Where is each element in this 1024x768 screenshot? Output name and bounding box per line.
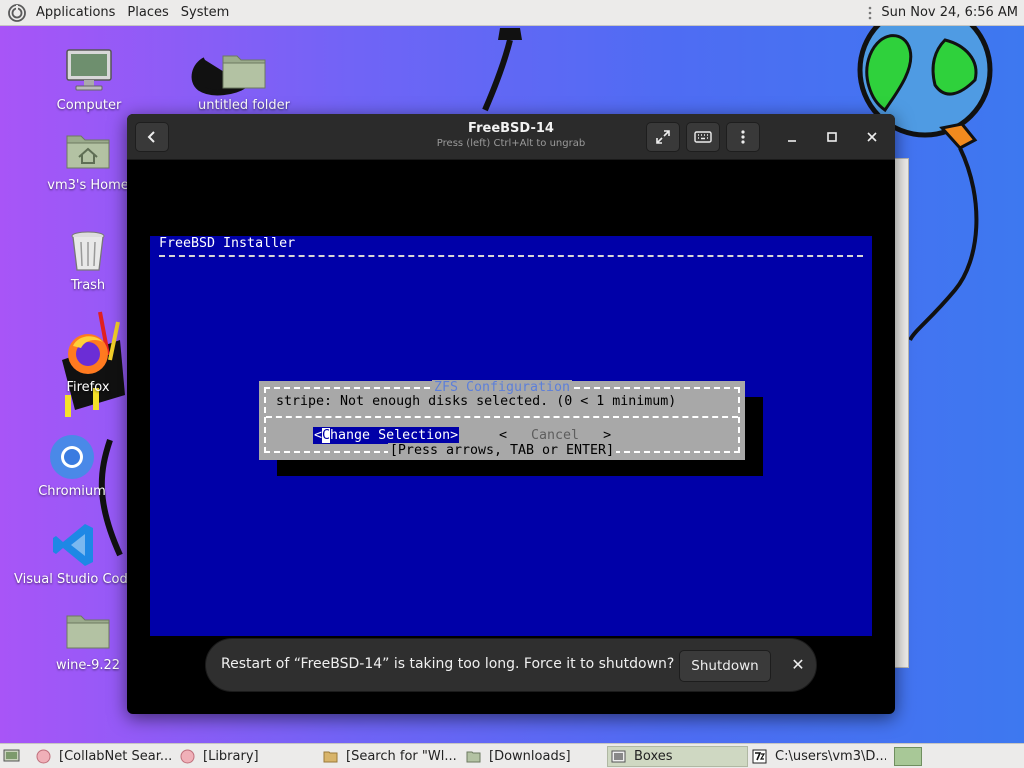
home-folder-icon [66, 135, 110, 169]
panel-clock[interactable]: Sun Nov 24, 6:56 AM [881, 5, 1018, 20]
folder-icon [66, 615, 110, 649]
workspace-switcher[interactable] [894, 747, 922, 766]
vscode-icon [53, 524, 93, 566]
browser-icon [180, 749, 195, 764]
toast-message: Restart of “FreeBSD-14” is taking too lo… [221, 656, 675, 672]
zfs-configuration-dialog: ZFS Configuration stripe: Not enough dis… [259, 380, 745, 460]
vm-display[interactable]: FreeBSD Installer ZFS Configuration stri… [150, 236, 872, 636]
top-panel: Applications Places System Sun Nov 24, 6… [0, 0, 1024, 26]
dialog-message: stripe: Not enough disks selected. (0 < … [276, 394, 677, 409]
window-headerbar: FreeBSD-14 Press (left) Ctrl+Alt to ungr… [127, 114, 895, 160]
taskbar-item-label: [Downloads] [489, 749, 571, 764]
keyboard-button[interactable] [686, 122, 720, 152]
close-icon [867, 132, 877, 142]
folder-icon [466, 751, 481, 763]
folder-icon [222, 55, 266, 89]
taskbar-item-downloads[interactable]: [Downloads] [466, 746, 601, 767]
back-button[interactable] [135, 122, 169, 152]
boxes-icon [611, 750, 626, 763]
desktop-icon-label: Chromium [38, 484, 106, 499]
text-cursor: C [322, 428, 331, 443]
taskbar-item-library[interactable]: [Library] [180, 746, 315, 767]
chromium-icon [50, 435, 94, 479]
button-open-bracket: < [499, 428, 508, 443]
taskbar-item-boxes[interactable]: Boxes [607, 746, 748, 767]
applications-menu[interactable]: Applications [30, 5, 121, 20]
installer-rule [159, 255, 863, 257]
fullscreen-button[interactable] [646, 122, 680, 152]
desktop-icon-chromium[interactable]: Chromium [12, 432, 132, 499]
distro-logo-icon[interactable] [8, 3, 26, 22]
button-label: Cancel [507, 428, 604, 443]
dialog-separator [266, 416, 738, 418]
dialog-caption-text: ZFS Configuration [431, 380, 573, 395]
search-folder-icon [323, 751, 338, 763]
shutdown-button[interactable]: Shutdown [679, 650, 771, 682]
7zip-icon [752, 749, 767, 764]
menu-button[interactable] [726, 122, 760, 152]
back-arrow-icon [147, 131, 155, 143]
desktop-icon-untitled-folder[interactable]: untitled folder [184, 46, 304, 113]
close-button[interactable] [857, 122, 887, 152]
window-title: FreeBSD-14 [468, 121, 554, 136]
taskbar-item-label: Boxes [634, 749, 673, 764]
minimize-icon [788, 140, 796, 142]
installer-title: FreeBSD Installer [159, 236, 296, 251]
shutdown-toast: Restart of “FreeBSD-14” is taking too lo… [205, 638, 817, 692]
dialog-hint-text: [Press arrows, TAB or ENTER] [387, 443, 617, 458]
desktop-icon-vscode[interactable]: Visual Studio Code [14, 520, 136, 587]
taskbar-item-collabnet[interactable]: [CollabNet Sear... [36, 746, 176, 767]
keyboard-icon [694, 131, 712, 143]
places-menu[interactable]: Places [121, 5, 174, 20]
system-menu[interactable]: System [175, 5, 235, 20]
computer-icon [66, 49, 112, 91]
desktop-icon-label: untitled folder [197, 98, 290, 113]
firefox-icon [68, 334, 108, 374]
button-close-bracket: > [603, 428, 612, 443]
taskbar-item-label: [CollabNet Sear... [59, 749, 173, 764]
kebab-menu-icon [741, 130, 745, 144]
panel-handle-icon [869, 6, 872, 19]
show-desktop-icon[interactable] [3, 748, 20, 764]
desktop-icon-label: Computer [56, 98, 122, 113]
toast-close-button[interactable]: ✕ [786, 653, 810, 677]
desktop-icon-computer[interactable]: Computer [29, 46, 149, 113]
change-selection-button[interactable]: <Change Selection> [313, 427, 460, 444]
taskbar-item-label: [Search for "Wl... [346, 749, 457, 764]
taskbar-item-label: [Library] [203, 749, 259, 764]
background-window-edge[interactable] [895, 158, 909, 668]
window-subtitle: Press (left) Ctrl+Alt to ungrab [436, 138, 586, 149]
boxes-vm-window: FreeBSD-14 Press (left) Ctrl+Alt to ungr… [127, 114, 895, 714]
desktop-icon-label: Visual Studio Code [14, 572, 136, 587]
plug-cord-drawing [482, 39, 513, 112]
maximize-button[interactable] [817, 122, 847, 152]
taskbar-item-label: C:\users\vm3\D... [775, 749, 886, 764]
trash-icon [71, 231, 105, 271]
button-open-bracket: < [314, 428, 323, 443]
cancel-button[interactable]: < Cancel > [499, 427, 611, 444]
taskbar-item-7zip[interactable]: C:\users\vm3\D... [752, 746, 886, 767]
dialog-hint: [Press arrows, TAB or ENTER] [259, 443, 745, 458]
dialog-caption: ZFS Configuration [259, 380, 745, 395]
button-close-bracket: > [450, 428, 459, 443]
button-label: hange Selection [330, 428, 451, 443]
minimize-button[interactable] [777, 122, 807, 152]
maximize-icon [827, 132, 837, 142]
fullscreen-icon [656, 130, 670, 144]
taskbar-item-search[interactable]: [Search for "Wl... [323, 746, 461, 767]
bottom-taskbar: [CollabNet Sear... [Library] [Search for… [0, 743, 1024, 768]
browser-icon [36, 749, 51, 764]
